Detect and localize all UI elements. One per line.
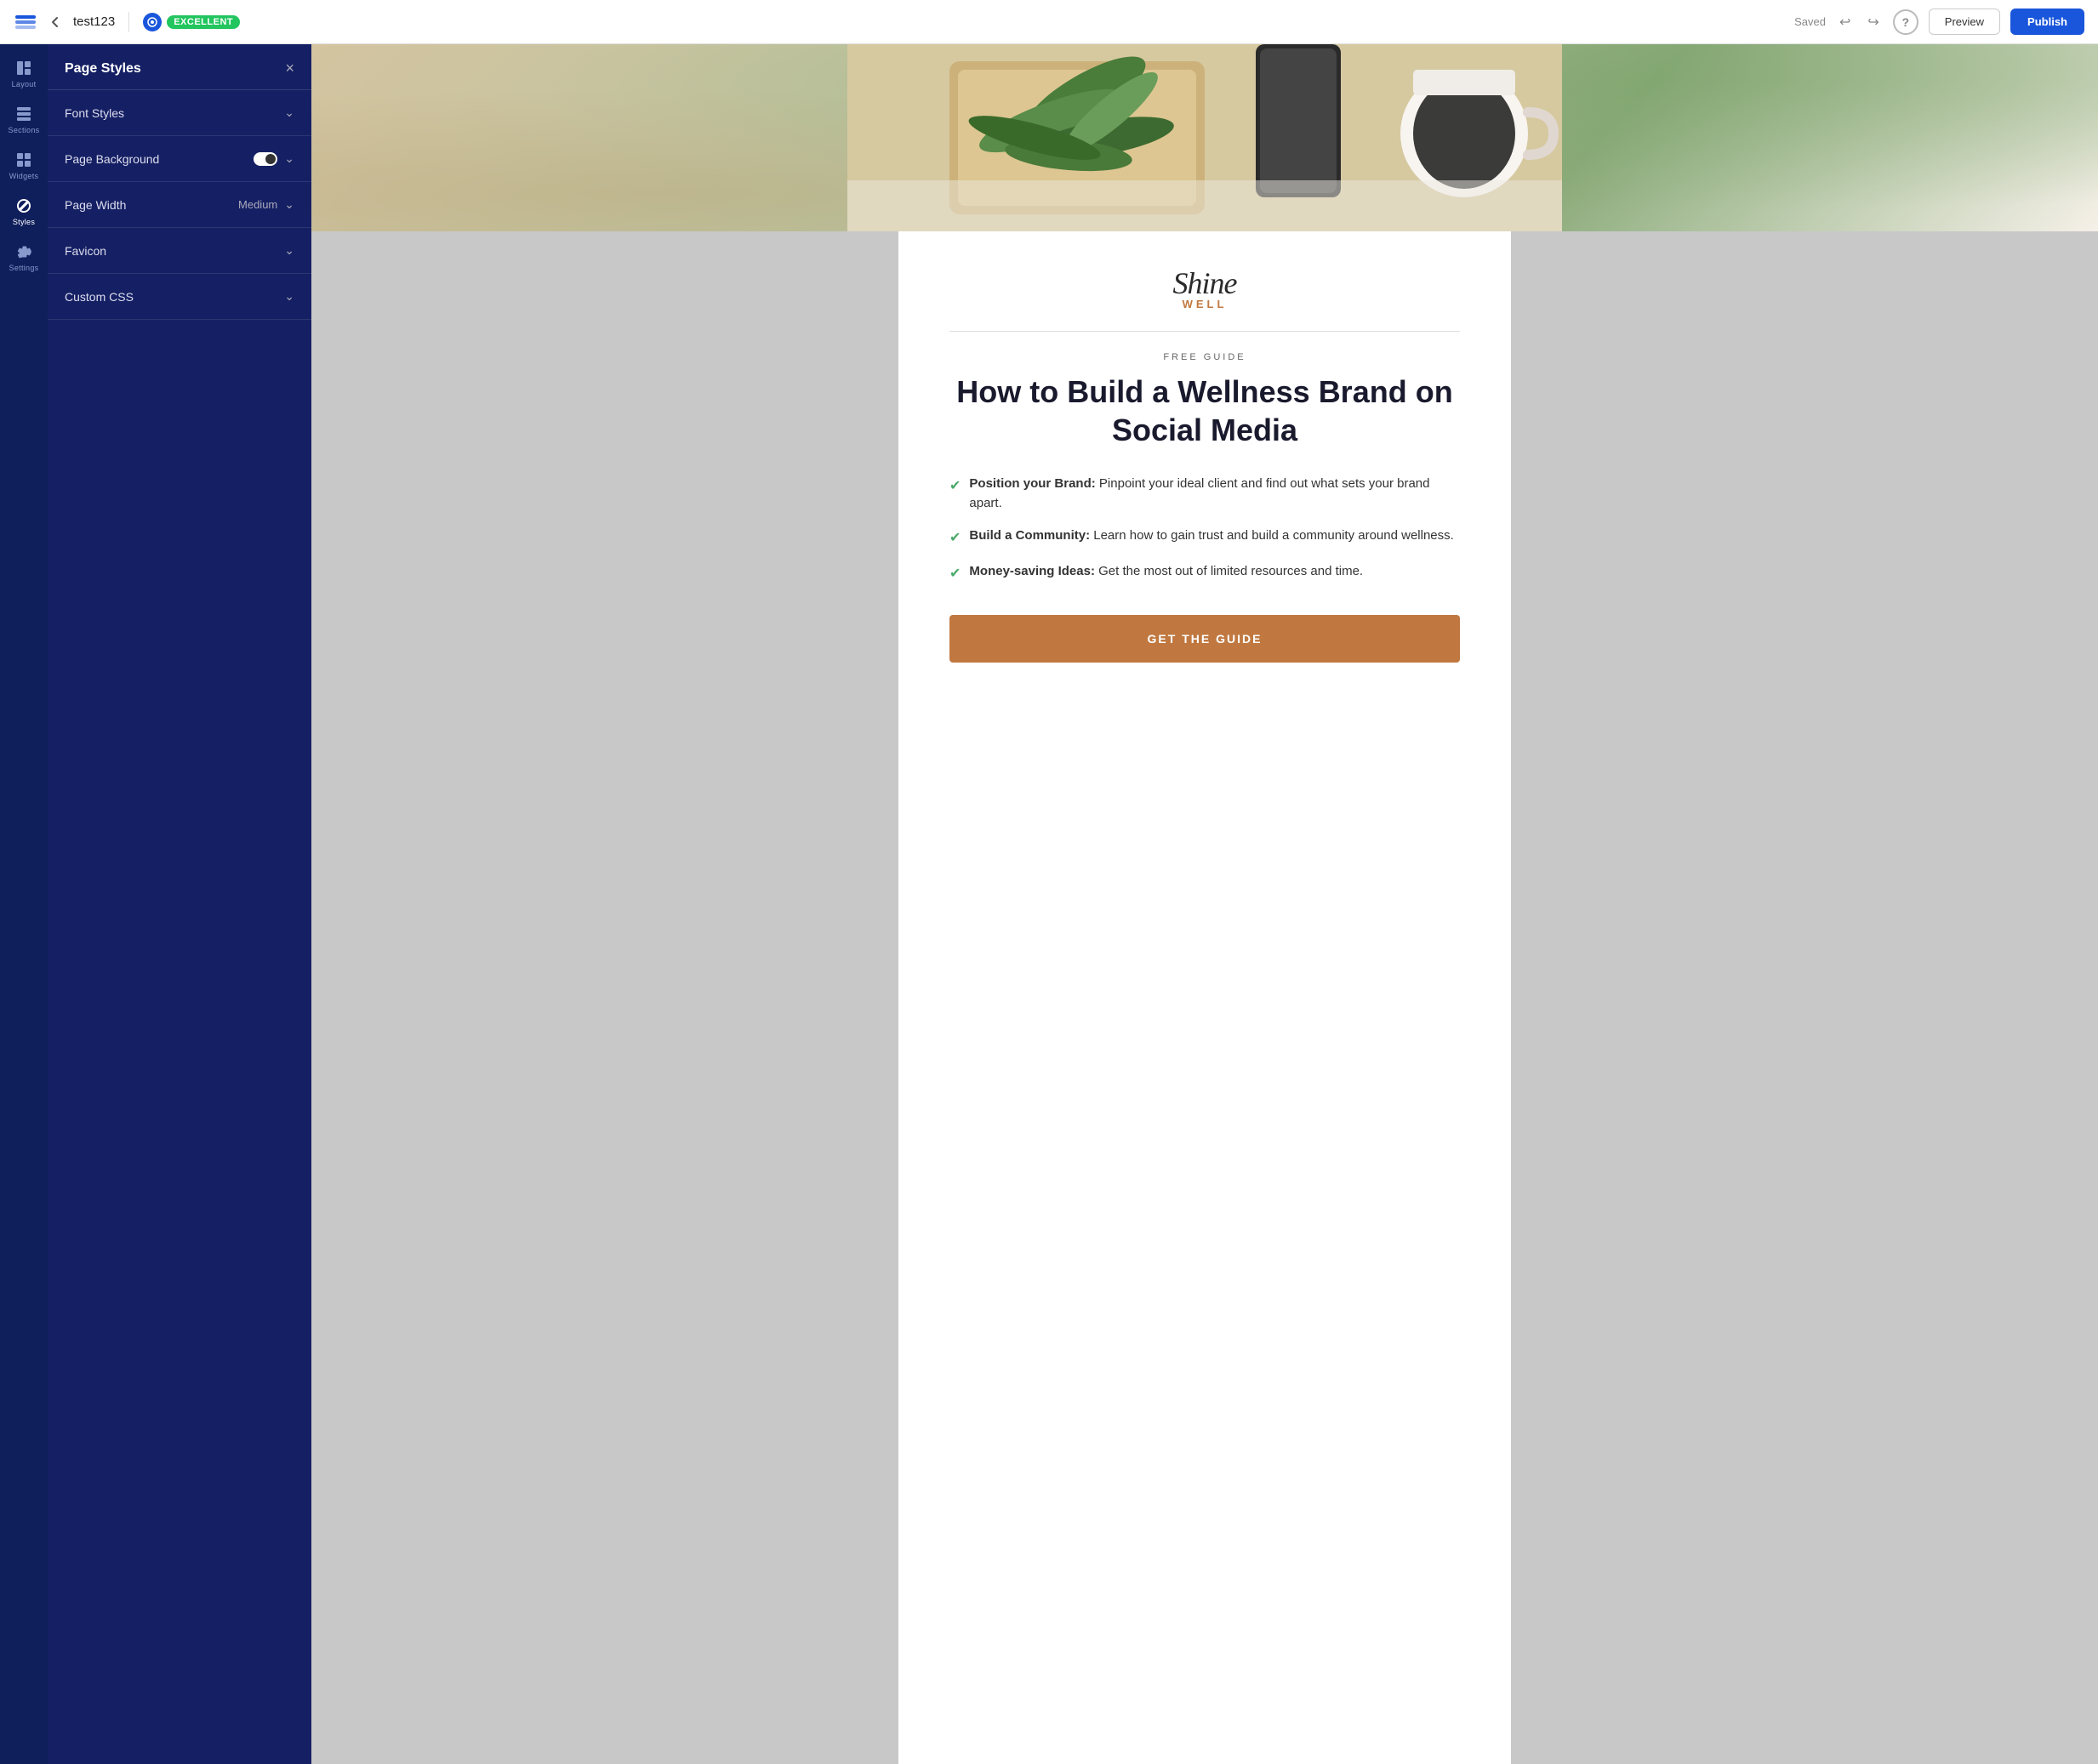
page-background-chevron-icon: ⌄ bbox=[284, 151, 294, 166]
custom-css-section: Custom CSS ⌄ bbox=[48, 274, 311, 320]
undo-button[interactable]: ↩ bbox=[1836, 10, 1854, 34]
help-button[interactable]: ? bbox=[1893, 9, 1918, 35]
checklist-item-3-text: Money-saving Ideas: Get the most out of … bbox=[969, 562, 1363, 582]
guide-label: FREE GUIDE bbox=[949, 352, 1460, 362]
score-icon bbox=[143, 13, 162, 31]
page-background-toggle[interactable] bbox=[254, 152, 277, 166]
custom-css-right: ⌄ bbox=[284, 289, 294, 304]
page-width-chevron-icon: ⌄ bbox=[284, 197, 294, 212]
page-background-label: Page Background bbox=[65, 152, 159, 166]
page-width-label: Page Width bbox=[65, 198, 126, 212]
font-styles-row[interactable]: Font Styles ⌄ bbox=[48, 90, 311, 135]
font-styles-label: Font Styles bbox=[65, 106, 124, 120]
page-width-section: Page Width Medium ⌄ bbox=[48, 182, 311, 228]
favicon-label: Favicon bbox=[65, 244, 106, 258]
custom-css-chevron-icon: ⌄ bbox=[284, 289, 294, 304]
checklist-item-2: ✔ Build a Community: Learn how to gain t… bbox=[949, 526, 1460, 549]
checklist: ✔ Position your Brand: Pinpoint your ide… bbox=[949, 475, 1460, 584]
icon-nav: Layout Sections Widgets Styles Settings bbox=[0, 44, 48, 1764]
check-icon-1: ✔ bbox=[949, 476, 961, 497]
brand-name-script: Shine bbox=[1173, 266, 1237, 300]
main-layout: Layout Sections Widgets Styles Settings … bbox=[0, 44, 2098, 1764]
checklist-item-1: ✔ Position your Brand: Pinpoint your ide… bbox=[949, 475, 1460, 513]
brand-logo-area: Shine WELL bbox=[949, 265, 1460, 310]
brand-name-sub: WELL bbox=[949, 298, 1460, 310]
page-width-value: Medium bbox=[238, 198, 277, 211]
sidebar-item-styles[interactable]: Styles bbox=[0, 189, 48, 235]
check-icon-3: ✔ bbox=[949, 564, 961, 584]
page-background-row[interactable]: Page Background ⌄ bbox=[48, 136, 311, 181]
back-button[interactable] bbox=[48, 14, 63, 30]
font-styles-chevron-icon: ⌄ bbox=[284, 105, 294, 120]
favicon-section: Favicon ⌄ bbox=[48, 228, 311, 274]
page-background-right: ⌄ bbox=[254, 151, 294, 166]
saved-status: Saved bbox=[1794, 15, 1826, 28]
font-styles-section: Font Styles ⌄ bbox=[48, 90, 311, 136]
topbar-divider bbox=[128, 12, 129, 32]
check-icon-2: ✔ bbox=[949, 528, 961, 549]
preview-button[interactable]: Preview bbox=[1929, 9, 2000, 35]
checklist-item-3: ✔ Money-saving Ideas: Get the most out o… bbox=[949, 562, 1460, 584]
favicon-chevron-icon: ⌄ bbox=[284, 243, 294, 258]
sidebar-item-settings[interactable]: Settings bbox=[0, 235, 48, 281]
font-styles-right: ⌄ bbox=[284, 105, 294, 120]
sidebar-item-widgets[interactable]: Widgets bbox=[0, 143, 48, 189]
page-title: test123 bbox=[73, 14, 115, 29]
publish-button[interactable]: Publish bbox=[2010, 9, 2084, 35]
checklist-item-2-text: Build a Community: Learn how to gain tru… bbox=[969, 526, 1453, 546]
favicon-right: ⌄ bbox=[284, 243, 294, 258]
guide-title: How to Build a Wellness Brand on Social … bbox=[949, 373, 1460, 449]
page-background-section: Page Background ⌄ bbox=[48, 136, 311, 182]
page-width-row[interactable]: Page Width Medium ⌄ bbox=[48, 182, 311, 227]
side-panel-header: Page Styles × bbox=[48, 44, 311, 90]
checklist-item-1-text: Position your Brand: Pinpoint your ideal… bbox=[969, 475, 1460, 513]
sidebar-item-sections[interactable]: Sections bbox=[0, 97, 48, 143]
side-panel-title: Page Styles bbox=[65, 61, 141, 77]
hero-illustration bbox=[311, 44, 2098, 231]
custom-css-label: Custom CSS bbox=[65, 290, 134, 304]
side-panel: Page Styles × Font Styles ⌄ Page Backgro… bbox=[48, 44, 311, 1764]
cta-button[interactable]: GET THE GUIDE bbox=[949, 615, 1460, 663]
redo-button[interactable]: ↪ bbox=[1864, 10, 1882, 34]
score-badge-container: EXCELLENT bbox=[143, 13, 240, 31]
side-panel-close-button[interactable]: × bbox=[285, 60, 294, 77]
divider-line bbox=[949, 331, 1460, 332]
score-label: EXCELLENT bbox=[167, 15, 240, 29]
sidebar-item-layout[interactable]: Layout bbox=[0, 51, 48, 97]
page-width-right: Medium ⌄ bbox=[238, 197, 294, 212]
favicon-row[interactable]: Favicon ⌄ bbox=[48, 228, 311, 273]
canvas-area: Shine WELL FREE GUIDE How to Build a Wel… bbox=[311, 44, 2098, 1764]
custom-css-row[interactable]: Custom CSS ⌄ bbox=[48, 274, 311, 319]
canvas-hero-image bbox=[311, 44, 2098, 231]
topbar: test123 EXCELLENT Saved ↩ ↪ ? Preview Pu… bbox=[0, 0, 2098, 44]
app-logo bbox=[14, 10, 37, 34]
page-card: Shine WELL FREE GUIDE How to Build a Wel… bbox=[898, 231, 1511, 1764]
